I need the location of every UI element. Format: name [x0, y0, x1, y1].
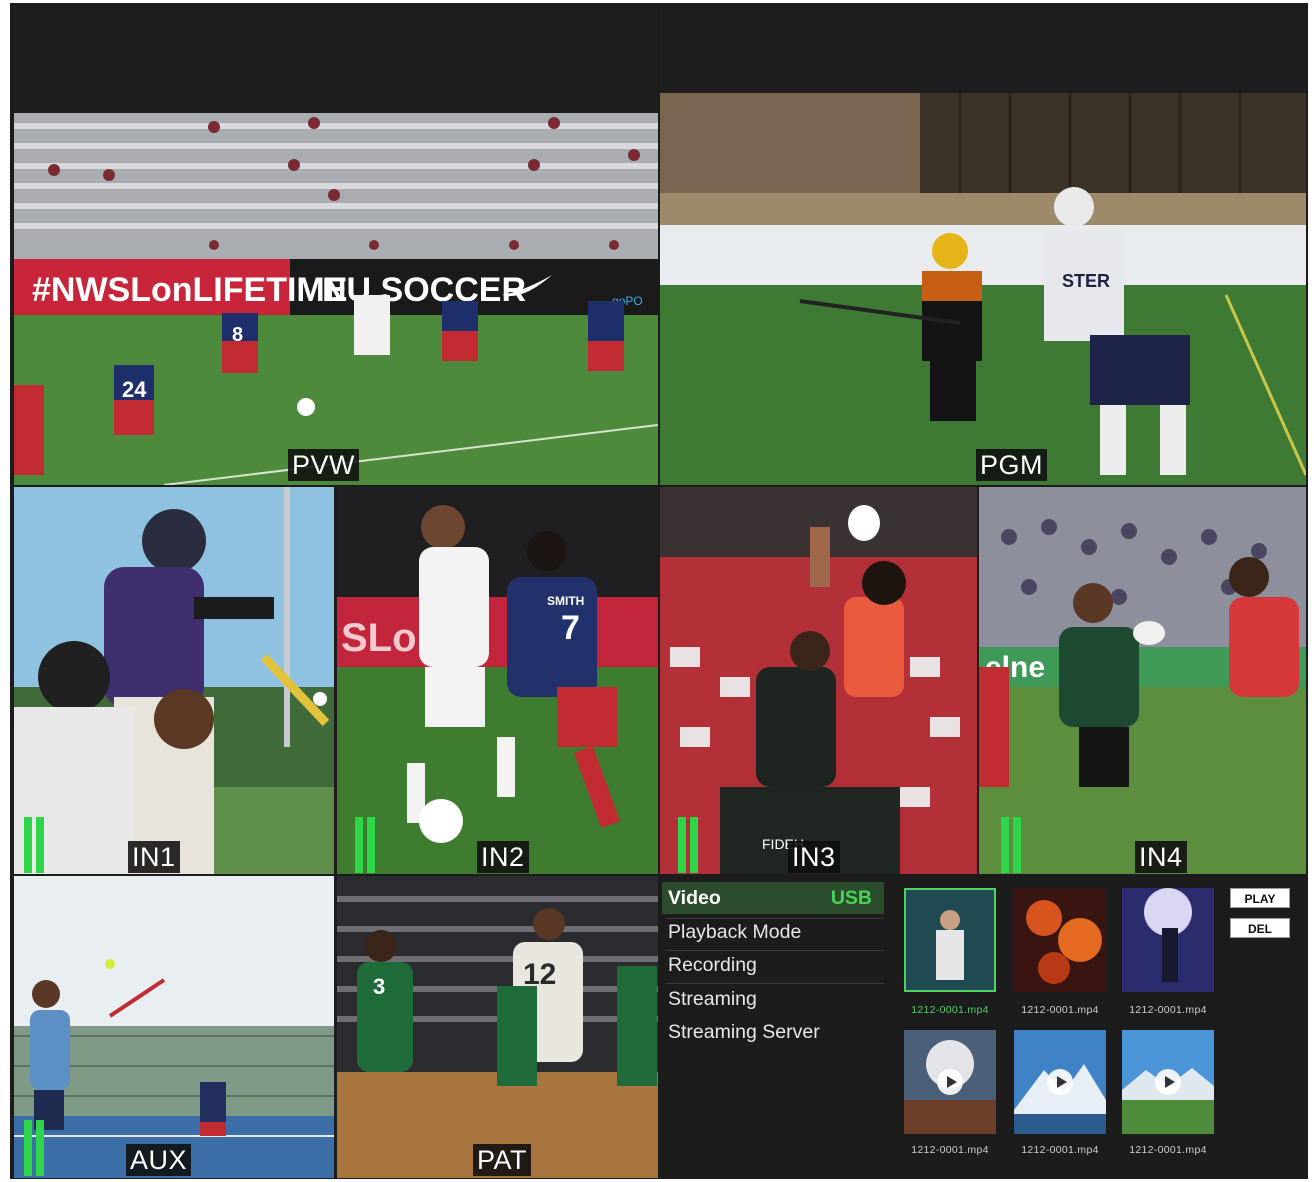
aux-scene	[14, 876, 334, 1178]
in1-audio-meter	[24, 817, 46, 873]
aux-label: AUX	[126, 1144, 192, 1176]
play-icon[interactable]	[937, 1069, 963, 1095]
menu-item-streaming[interactable]: Streaming	[662, 983, 884, 1015]
in4-scene: elne	[979, 487, 1306, 874]
in1-label: IN1	[128, 841, 180, 873]
file-name-3: 1212-0001.mp4	[1129, 1004, 1207, 1016]
jersey-3: 3	[373, 974, 385, 999]
menu-item-video-label: Video	[668, 887, 721, 909]
menu-item-playback-mode[interactable]: Playback Mode	[662, 916, 884, 948]
play-icon[interactable]	[1047, 1069, 1073, 1095]
pat-pane[interactable]: 3 12 PAT	[337, 876, 658, 1178]
in2-label: IN2	[477, 841, 529, 873]
menu-item-video[interactable]: Video USB	[662, 882, 884, 914]
board-text: NU SOCCER	[322, 271, 526, 309]
pgm-label: PGM	[976, 449, 1048, 481]
stage-thumbnail-icon	[1122, 888, 1214, 992]
in2-pane[interactable]: SLon SMITH 7 IN2	[337, 487, 658, 874]
pat-scene: 3 12	[337, 876, 658, 1178]
usb-badge: USB	[830, 887, 872, 909]
in4-label: IN4	[1135, 841, 1187, 873]
in1-pane[interactable]: IN1	[14, 487, 334, 874]
pat-label: PAT	[473, 1144, 532, 1176]
concert-thumbnail-icon	[906, 890, 994, 990]
file-name-6: 1212-0001.mp4	[1129, 1144, 1207, 1156]
pvw-scene: #NWSLonLIFETIME NU SOCCER goPO 24 8	[14, 5, 658, 485]
in2-scene: SLon SMITH 7	[337, 487, 658, 874]
file-thumb-4[interactable]	[904, 1030, 996, 1134]
play-icon[interactable]	[1155, 1069, 1181, 1095]
in1-scene	[14, 487, 334, 874]
file-name-2: 1212-0001.mp4	[1021, 1004, 1099, 1016]
file-thumb-1[interactable]	[904, 888, 996, 992]
in3-audio-meter	[678, 817, 700, 873]
pvw-pane[interactable]: #NWSLonLIFETIME NU SOCCER goPO 24 8 PVW	[14, 5, 658, 485]
in4-pane[interactable]: elne IN4	[979, 487, 1306, 874]
pgm-scene: STER	[660, 5, 1306, 485]
jersey-24: 24	[122, 377, 147, 402]
file-name-5: 1212-0001.mp4	[1021, 1144, 1099, 1156]
fireworks-thumbnail-icon	[1014, 888, 1106, 992]
delete-button[interactable]: DEL	[1230, 918, 1290, 938]
play-button[interactable]: PLAY	[1230, 888, 1290, 908]
file-name-4: 1212-0001.mp4	[911, 1144, 989, 1156]
jersey-text: STER	[1062, 271, 1110, 291]
aux-pane[interactable]: AUX	[14, 876, 334, 1178]
in4-audio-meter	[1001, 817, 1023, 873]
file-thumb-2[interactable]	[1014, 888, 1106, 992]
in3-label: IN3	[788, 841, 840, 873]
pvw-label: PVW	[288, 449, 360, 481]
menu-item-recording[interactable]: Recording	[662, 949, 884, 981]
banner-text: #NWSLonLIFETIME	[32, 271, 347, 309]
jersey-smith: SMITH	[547, 594, 584, 608]
jersey-8: 8	[232, 324, 243, 346]
file-thumb-6[interactable]	[1122, 1030, 1214, 1134]
aux-audio-meter	[24, 1120, 46, 1176]
in3-scene: FIDEH	[660, 487, 977, 874]
file-thumb-3[interactable]	[1122, 888, 1214, 992]
in3-pane[interactable]: FIDEH IN3	[660, 487, 977, 874]
media-menu: Video USB Playback Mode Recording Stream…	[662, 878, 888, 1058]
file-thumb-5[interactable]	[1014, 1030, 1106, 1134]
file-name-1: 1212-0001.mp4	[911, 1004, 989, 1016]
menu-item-streaming-server[interactable]: Streaming Server	[662, 1016, 884, 1048]
pgm-pane[interactable]: STER PGM	[660, 5, 1306, 485]
in2-audio-meter	[355, 817, 377, 873]
jersey-7: 7	[561, 609, 580, 647]
